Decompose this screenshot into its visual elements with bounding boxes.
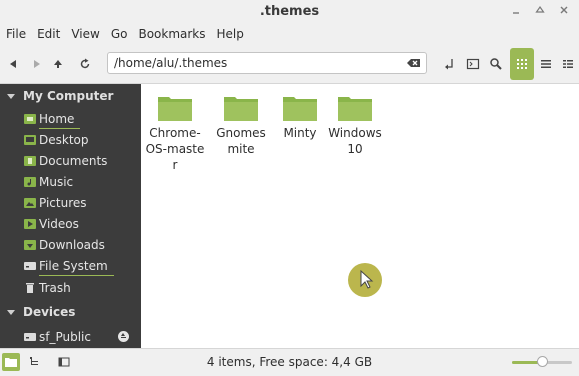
file-item[interactable]: Chrome-OS-master xyxy=(145,94,205,173)
file-name: Gnomesmite xyxy=(216,126,266,156)
sidebar-item-label: Music xyxy=(39,174,74,189)
menu-edit[interactable]: Edit xyxy=(32,27,65,41)
menu-go[interactable]: Go xyxy=(106,27,133,41)
folder-icon xyxy=(283,97,317,121)
file-name: Windows 10 xyxy=(328,126,382,156)
minimize-icon[interactable] xyxy=(509,3,523,17)
location-bar[interactable]: /home/alu/.themes xyxy=(107,52,427,74)
section-title: My Computer xyxy=(23,89,114,103)
zoom-slider-handle[interactable] xyxy=(536,356,548,367)
sidebar-item-label: Videos xyxy=(39,216,79,231)
folder-icon xyxy=(158,97,192,121)
section-title: Devices xyxy=(23,305,76,319)
drive-icon xyxy=(24,333,36,341)
documents-icon xyxy=(24,156,36,166)
status-bar: 4 items, Free space: 4,4 GB xyxy=(0,348,579,376)
music-icon xyxy=(24,177,36,187)
sidebar-item-label: Trash xyxy=(39,280,71,295)
up-icon[interactable] xyxy=(48,54,68,74)
file-item[interactable]: Windows 10 xyxy=(325,94,385,157)
compact-view-icon[interactable] xyxy=(558,54,578,74)
terminal-toggle-icon[interactable] xyxy=(440,54,460,74)
file-name: Chrome-OS-master xyxy=(145,126,205,172)
sidebar-item-label: Documents xyxy=(39,153,108,168)
trash-icon xyxy=(26,283,34,293)
sidebar-item-sf-public[interactable]: sf_Public xyxy=(0,326,141,347)
folder-icon xyxy=(224,97,258,121)
file-item[interactable]: Gnomesmite xyxy=(211,94,271,157)
sidebar-item-music[interactable]: Music xyxy=(0,171,141,192)
clear-location-icon[interactable] xyxy=(406,56,422,70)
sidebar-item-file-system[interactable]: File System xyxy=(0,255,141,276)
expander-arrow-icon[interactable] xyxy=(7,309,15,315)
menu-help[interactable]: Help xyxy=(212,27,249,41)
sidebar-item-documents[interactable]: Documents xyxy=(0,150,141,171)
sidebar-section-devices[interactable]: Devices xyxy=(0,301,141,323)
menu-bar: File Edit View Go Bookmarks Help xyxy=(0,23,579,45)
terminal-icon[interactable] xyxy=(463,54,483,74)
sidebar-item-pictures[interactable]: Pictures xyxy=(0,192,141,213)
file-name: Minty xyxy=(283,126,317,140)
reload-icon[interactable] xyxy=(75,54,95,74)
sidebar-item-desktop[interactable]: Desktop xyxy=(0,129,141,150)
maximize-icon[interactable] xyxy=(533,3,547,17)
location-input[interactable]: /home/alu/.themes xyxy=(114,56,227,70)
eject-icon[interactable] xyxy=(118,331,129,342)
close-icon[interactable] xyxy=(557,3,571,17)
sidebar-item-label: sf_Public xyxy=(39,329,91,344)
pictures-icon xyxy=(24,198,36,208)
title-bar: .themes xyxy=(0,0,579,23)
file-item[interactable]: Minty xyxy=(270,94,330,141)
forward-icon[interactable] xyxy=(26,54,46,74)
icon-view-icon[interactable] xyxy=(510,48,534,80)
home-folder-icon xyxy=(24,114,36,124)
sidebar-item-label: File System xyxy=(39,258,114,276)
desktop-icon xyxy=(24,135,36,145)
sidebar-item-label: Home xyxy=(39,111,81,129)
videos-icon xyxy=(24,219,36,229)
expander-arrow-icon[interactable] xyxy=(7,93,15,99)
sidebar-section-my-computer[interactable]: My Computer xyxy=(0,85,141,107)
window-title: .themes xyxy=(259,4,320,19)
status-text: 4 items, Free space: 4,4 GB xyxy=(206,355,373,369)
sidebar: My Computer Home Desktop Documents Music… xyxy=(0,84,141,348)
cursor-highlight xyxy=(348,263,382,297)
search-icon[interactable] xyxy=(486,54,506,74)
window-controls xyxy=(509,3,571,17)
toolbar: /home/alu/.themes xyxy=(0,45,579,84)
sidebar-item-label: Downloads xyxy=(39,237,105,252)
menu-bookmarks[interactable]: Bookmarks xyxy=(133,27,210,41)
sidebar-item-text: File System xyxy=(39,258,108,273)
sidebar-item-label: Pictures xyxy=(39,195,87,210)
menu-view[interactable]: View xyxy=(66,27,104,41)
folder-icon xyxy=(338,97,372,121)
usage-bar xyxy=(39,274,114,276)
sidebar-item-downloads[interactable]: Downloads xyxy=(0,234,141,255)
zoom-slider[interactable] xyxy=(512,356,572,367)
mouse-pointer-icon xyxy=(360,269,374,289)
sidebar-item-videos[interactable]: Videos xyxy=(0,213,141,234)
drive-icon xyxy=(24,262,36,270)
sidebar-item-text: Home xyxy=(39,111,75,126)
downloads-icon xyxy=(24,240,36,250)
back-icon[interactable] xyxy=(4,54,24,74)
sidebar-item-home[interactable]: Home xyxy=(0,108,141,129)
list-view-icon[interactable] xyxy=(536,54,556,74)
menu-file[interactable]: File xyxy=(1,27,31,41)
file-view[interactable]: Chrome-OS-master Gnomesmite Minty Window… xyxy=(141,84,579,348)
sidebar-item-label: Desktop xyxy=(39,132,89,147)
sidebar-item-trash[interactable]: Trash xyxy=(0,277,141,298)
